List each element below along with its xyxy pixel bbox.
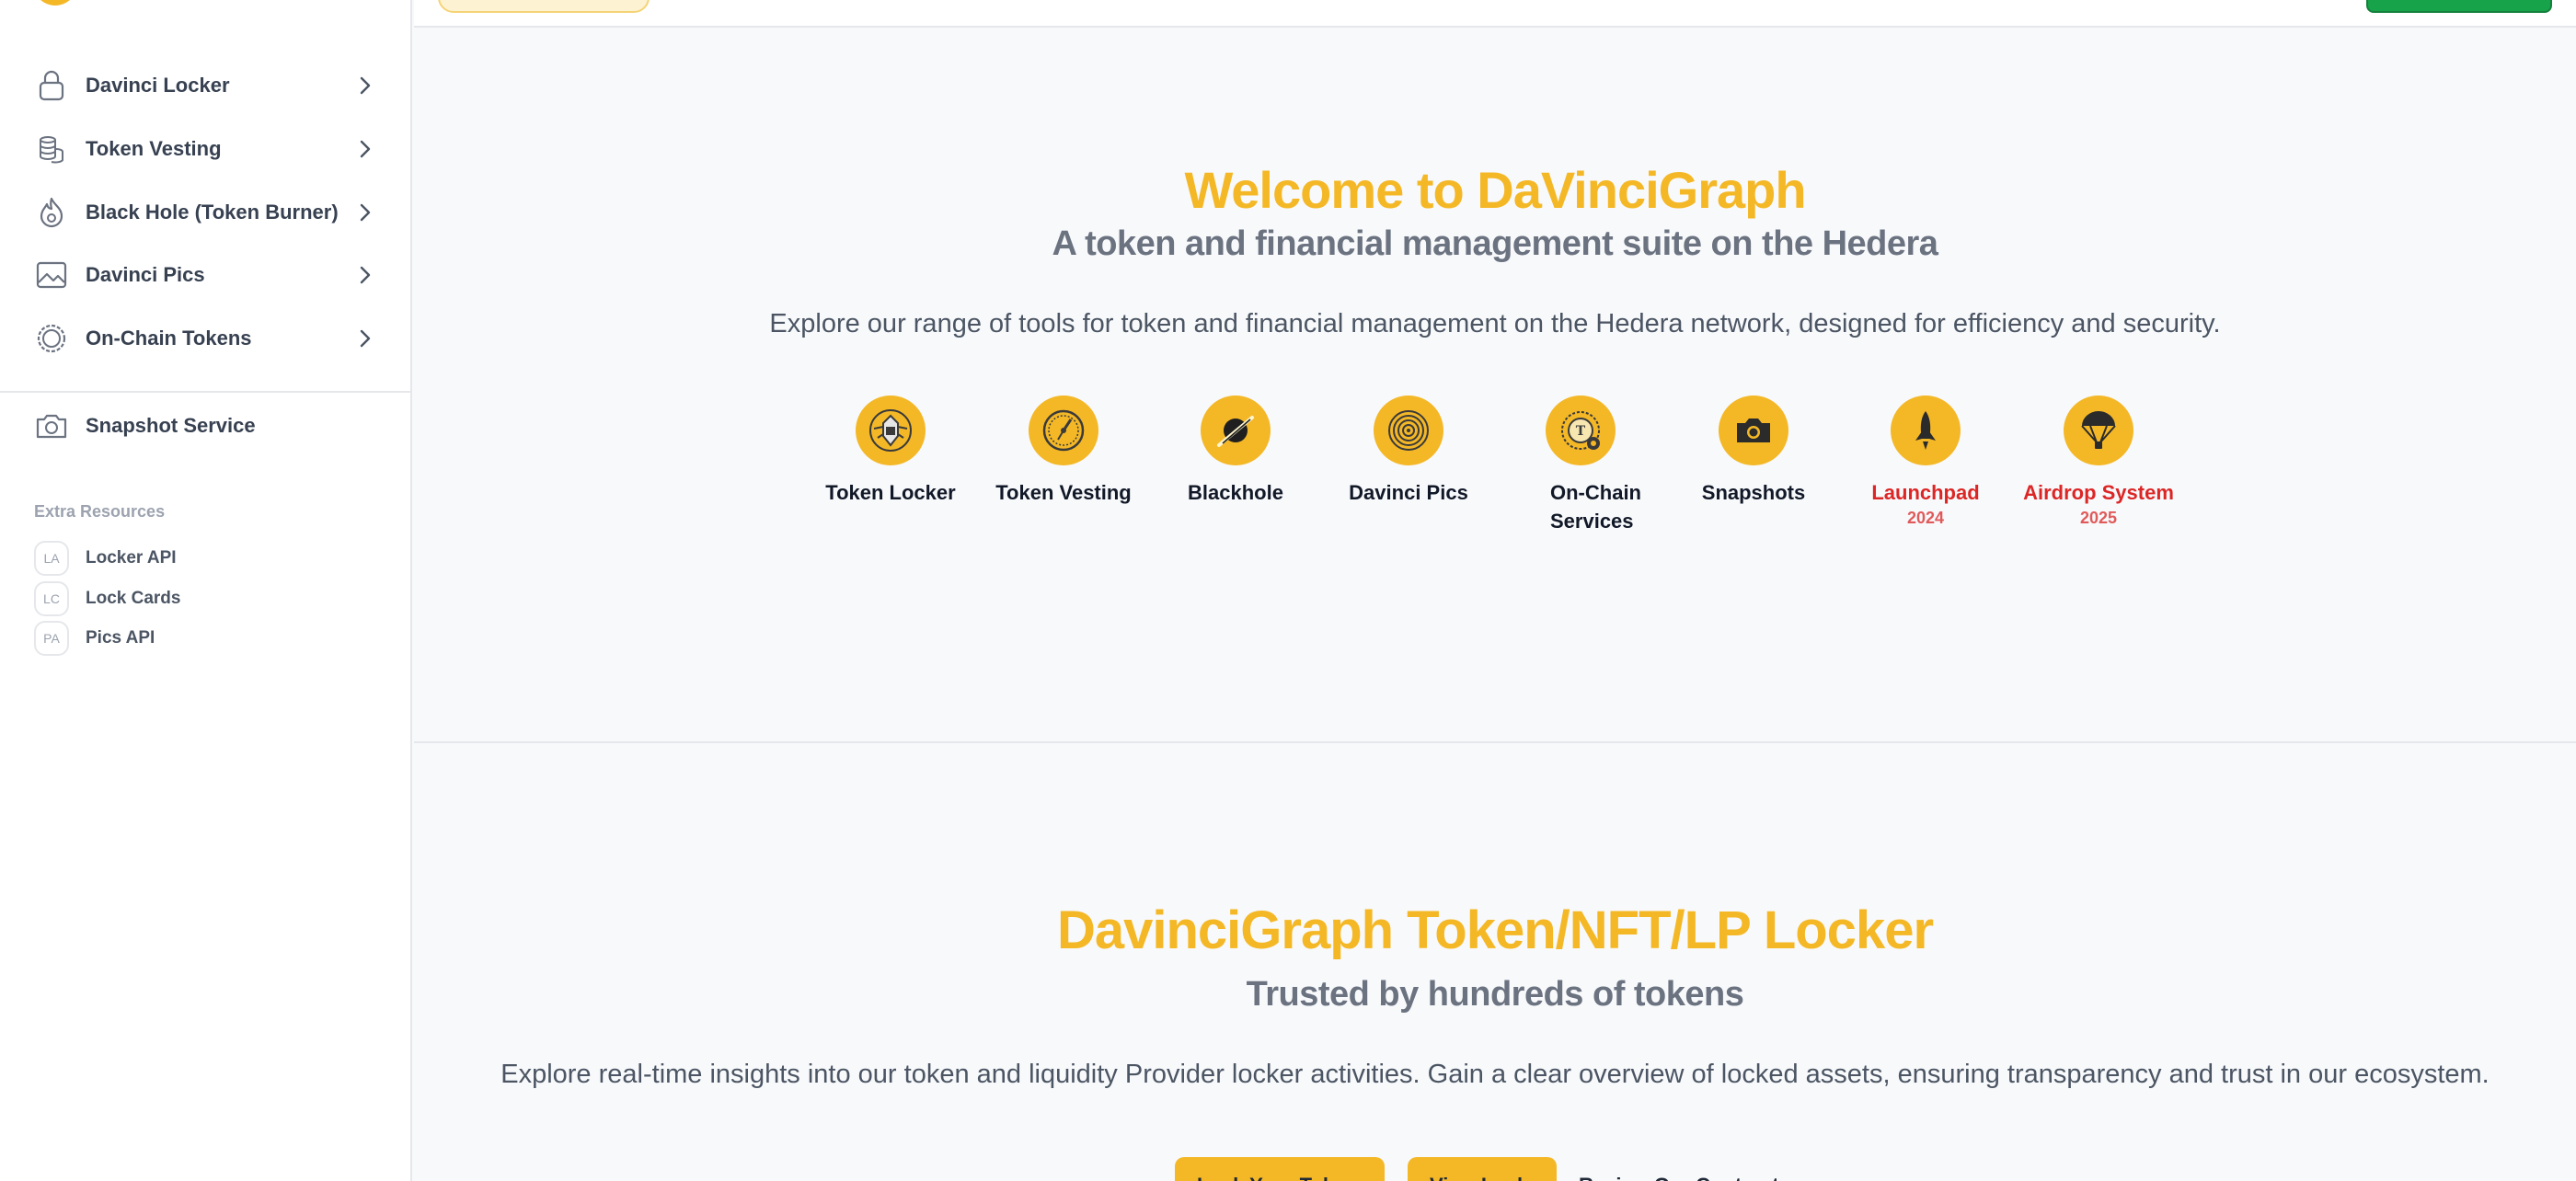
image-icon xyxy=(33,257,70,293)
tool-token-locker[interactable]: Token Locker xyxy=(808,396,973,507)
tool-year: 2024 xyxy=(1906,509,1945,527)
tool-label: Snapshots xyxy=(1701,481,1806,504)
tool-year: 2025 xyxy=(2079,509,2118,527)
on-chain-services-icon: T xyxy=(1546,396,1616,465)
tool-label: Davinci Pics xyxy=(1349,481,1468,504)
davinci-pics-icon xyxy=(1374,396,1443,465)
tool-label: On-Chain Services xyxy=(1550,481,1641,533)
svg-text:T: T xyxy=(1576,424,1586,439)
sidebar-item-davinci-locker[interactable]: Davinci Locker xyxy=(0,54,410,117)
sidebar-item-black-hole[interactable]: Black Hole (Token Burner) xyxy=(0,181,410,244)
snapshots-icon xyxy=(1719,396,1788,465)
sidebar-item-davinci-pics[interactable]: Davinci Pics xyxy=(0,244,410,306)
logo[interactable] xyxy=(33,0,77,6)
hero-title: Welcome to DaVinciGraph xyxy=(1184,161,1806,219)
chevron-right-icon xyxy=(351,325,379,352)
token-vesting-icon xyxy=(1029,396,1098,465)
extra-resources-title: Extra Resources xyxy=(34,502,166,521)
top-bar xyxy=(414,0,2576,28)
sidebar-item-label: Davinci Pics xyxy=(86,263,205,286)
hero-description: Explore our range of tools for token and… xyxy=(769,309,2221,338)
wallet-address-pill[interactable] xyxy=(438,0,650,13)
sidebar-item-label: Token Vesting xyxy=(86,137,222,160)
locker-section-title: DavinciGraph Token/NFT/LP Locker xyxy=(1056,900,1934,960)
token-locker-icon xyxy=(856,396,926,465)
resource-item-pics-api[interactable]: PA Pics API xyxy=(0,621,410,656)
view-locks-button[interactable]: View Locks xyxy=(1408,1157,1557,1181)
camera-icon xyxy=(33,407,70,444)
tool-davinci-pics[interactable]: Davinci Pics xyxy=(1326,396,1491,507)
sidebar-item-label: Black Hole (Token Burner) xyxy=(86,201,339,224)
tool-label: Token Locker xyxy=(825,481,956,504)
tool-label: Blackhole xyxy=(1188,481,1283,504)
coins-stack-icon xyxy=(33,131,70,167)
tool-label: Launchpad xyxy=(1871,481,1980,504)
lock-your-tokens-button[interactable]: Lock Your Tokens xyxy=(1175,1157,1385,1181)
token-coin-icon xyxy=(33,320,70,357)
blackhole-icon xyxy=(1201,396,1271,465)
tool-launchpad[interactable]: Launchpad 2024 xyxy=(1843,396,2008,529)
locker-section-subtitle: Trusted by hundreds of tokens xyxy=(1246,975,1744,1014)
section-divider xyxy=(414,741,2576,743)
sidebar: Davinci Locker Token Vesting Black Hole … xyxy=(0,0,412,1181)
parachute-icon xyxy=(2064,396,2133,465)
hero-subtitle: A token and financial management suite o… xyxy=(1052,224,1938,263)
resource-item-lock-cards[interactable]: LC Lock Cards xyxy=(0,581,410,616)
resource-badge: LC xyxy=(34,581,69,616)
tool-snapshots[interactable]: Snapshots xyxy=(1671,396,1836,507)
locker-section-description: Explore real-time insights into our toke… xyxy=(500,1060,2490,1089)
sidebar-item-label: On-Chain Tokens xyxy=(86,327,252,350)
review-contract-link[interactable]: Review Our Contract xyxy=(1579,1174,1779,1181)
resource-badge: LA xyxy=(34,541,69,576)
sidebar-item-snapshot-service[interactable]: Snapshot Service xyxy=(0,395,410,457)
tool-airdrop-system[interactable]: Airdrop System 2025 xyxy=(2016,396,2181,529)
tool-label: Token Vesting xyxy=(995,481,1132,504)
resource-badge: PA xyxy=(34,621,69,656)
sidebar-item-label: Davinci Locker xyxy=(86,74,230,97)
chevron-right-icon xyxy=(351,261,379,289)
sidebar-item-label: Snapshot Service xyxy=(86,414,256,437)
resource-label: Pics API xyxy=(86,628,155,648)
tool-blackhole[interactable]: Blackhole xyxy=(1153,396,1318,507)
flame-icon xyxy=(33,194,70,231)
tool-on-chain-services[interactable]: T On-Chain Services xyxy=(1498,396,1663,535)
rocket-icon xyxy=(1891,396,1961,465)
resource-label: Locker API xyxy=(86,548,177,568)
chevron-right-icon xyxy=(351,72,379,99)
tool-token-vesting[interactable]: Token Vesting xyxy=(981,396,1146,507)
connect-wallet-button[interactable] xyxy=(2366,0,2552,13)
resource-label: Lock Cards xyxy=(86,589,181,608)
sidebar-item-on-chain-tokens[interactable]: On-Chain Tokens xyxy=(0,307,410,370)
lock-icon xyxy=(33,67,70,104)
resource-item-locker-api[interactable]: LA Locker API xyxy=(0,541,410,576)
sidebar-item-token-vesting[interactable]: Token Vesting xyxy=(0,118,410,180)
tool-label: Airdrop System xyxy=(2023,481,2174,504)
chevron-right-icon xyxy=(351,135,379,163)
sidebar-divider xyxy=(0,391,410,393)
chevron-right-icon xyxy=(351,199,379,226)
